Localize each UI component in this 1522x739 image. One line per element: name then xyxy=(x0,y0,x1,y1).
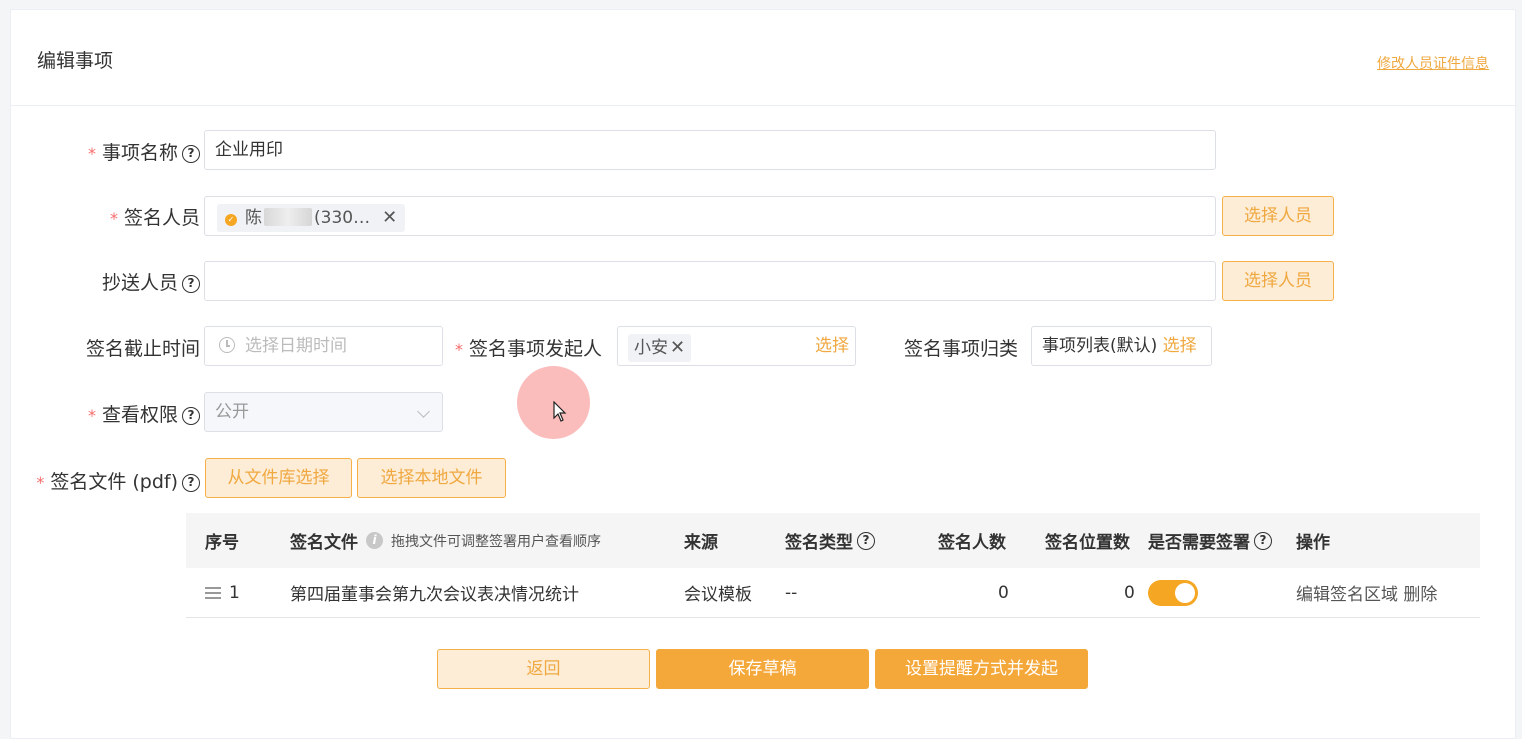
initiator-label: * 签名事项发起人 xyxy=(455,338,603,360)
row-need-seal xyxy=(1148,568,1198,617)
drag-handle-icon[interactable] xyxy=(205,584,221,602)
files-label: * 签名文件 (pdf)? xyxy=(36,467,200,494)
select-signers-button[interactable]: 选择人员 xyxy=(1222,196,1334,236)
col-need-seal: 是否需要签署? xyxy=(1148,513,1272,568)
save-draft-button[interactable]: 保存草稿 xyxy=(656,649,869,689)
initiator-input[interactable]: 小安 ✕ 选择 xyxy=(617,326,856,366)
help-icon[interactable]: ? xyxy=(182,145,200,163)
col-actions: 操作 xyxy=(1296,533,1330,553)
permission-select[interactable]: 公开 xyxy=(204,392,443,432)
info-icon: i xyxy=(366,532,383,549)
table-row[interactable]: 1 第四届董事会第九次会议表决情况统计 会议模板 -- 0 0 编辑签名区域 删… xyxy=(186,568,1480,618)
check-icon: ✓ xyxy=(225,214,237,226)
table-header: 序号 签名文件 i 拖拽文件可调整签署用户查看顺序 来源 签名类型? 签名人数 签名… xyxy=(186,513,1480,568)
row-actions: 编辑签名区域 删除 xyxy=(1296,568,1437,617)
select-from-library-button[interactable]: 从文件库选择 xyxy=(205,458,352,498)
delete-link[interactable]: 删除 xyxy=(1403,580,1437,605)
clock-icon xyxy=(219,337,235,353)
signers-input[interactable]: ✓ 陈 (330… ✕ xyxy=(204,196,1216,236)
edit-sign-area-link[interactable]: 编辑签名区域 xyxy=(1296,580,1398,605)
col-position-count: 签名位置数 xyxy=(1045,533,1130,553)
edit-card: 编辑事项 修改人员证件信息 xyxy=(10,9,1516,739)
category-input[interactable]: 事项列表(默认) 选择 xyxy=(1031,326,1212,366)
edit-id-info-link[interactable]: 修改人员证件信息 xyxy=(1377,53,1489,73)
row-file-name: 第四届董事会第九次会议表决情况统计 xyxy=(290,585,579,605)
select-cc-button[interactable]: 选择人员 xyxy=(1222,261,1334,301)
need-seal-toggle[interactable] xyxy=(1148,579,1198,606)
chevron-down-icon xyxy=(417,405,430,418)
initiator-tag: 小安 ✕ xyxy=(628,334,692,362)
card-header: 编辑事项 修改人员证件信息 xyxy=(11,10,1515,106)
signer-tag: ✓ 陈 (330… ✕ xyxy=(217,204,406,232)
row-signer-count: 0 xyxy=(998,582,1009,603)
files-table: 序号 签名文件 i 拖拽文件可调整签署用户查看顺序 来源 签名类型? 签名人数 签名… xyxy=(186,513,1480,618)
row-sign-type: -- xyxy=(785,582,798,603)
deadline-picker[interactable]: 选择日期时间 xyxy=(204,326,443,366)
select-local-file-button[interactable]: 选择本地文件 xyxy=(357,458,506,498)
col-source: 来源 xyxy=(684,533,718,553)
category-label: 签名事项归类 xyxy=(904,338,1019,360)
cc-label: 抄送人员? xyxy=(102,268,200,295)
select-category-link[interactable]: 选择 xyxy=(1163,336,1197,356)
back-button[interactable]: 返回 xyxy=(437,649,650,689)
submit-button[interactable]: 设置提醒方式并发起 xyxy=(875,649,1088,689)
item-name-input[interactable]: 企业用印 xyxy=(204,130,1216,170)
col-signer-count: 签名人数 xyxy=(938,533,1006,553)
help-icon[interactable]: ? xyxy=(182,275,200,293)
close-icon[interactable]: ✕ xyxy=(670,337,685,358)
permission-label: * 查看权限? xyxy=(88,400,200,427)
row-source: 会议模板 xyxy=(684,585,752,605)
row-index: 1 xyxy=(205,568,240,617)
col-index: 序号 xyxy=(205,533,239,553)
help-icon[interactable]: ? xyxy=(182,474,200,492)
col-file: 签名文件 i 拖拽文件可调整签署用户查看顺序 xyxy=(290,532,601,553)
select-initiator-link[interactable]: 选择 xyxy=(815,327,849,365)
close-icon[interactable]: ✕ xyxy=(382,207,397,228)
help-icon[interactable]: ? xyxy=(857,531,875,550)
mouse-cursor-icon xyxy=(553,401,567,422)
page-title: 编辑事项 xyxy=(37,50,114,72)
signers-label: * 签名人员 xyxy=(109,207,200,229)
row-position-count: 0 xyxy=(1124,582,1135,603)
cc-input[interactable] xyxy=(204,261,1216,301)
col-sign-type: 签名类型? xyxy=(785,513,875,568)
help-icon[interactable]: ? xyxy=(182,407,200,425)
help-icon[interactable]: ? xyxy=(1254,531,1272,550)
item-name-label: * 事项名称? xyxy=(88,138,200,165)
deadline-label: 签名截止时间 xyxy=(85,338,200,360)
